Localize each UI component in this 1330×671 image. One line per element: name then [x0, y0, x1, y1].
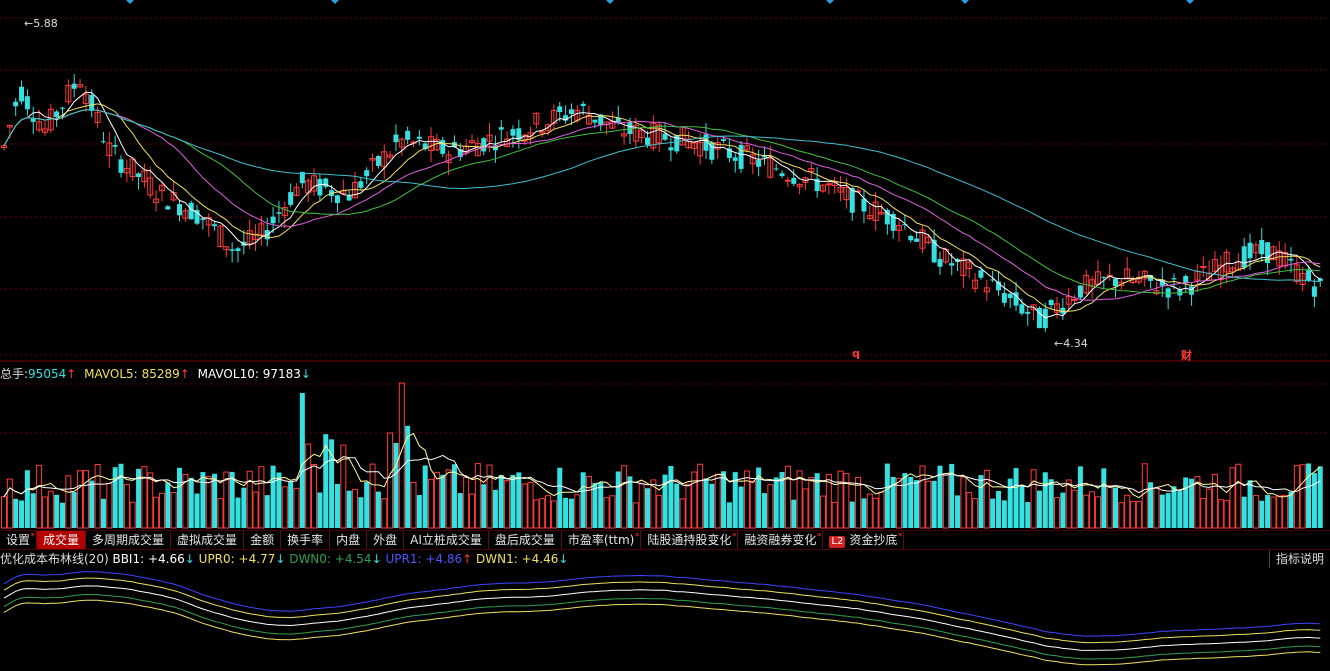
bollinger-line [3, 571, 1321, 637]
cost-bollinger-chart[interactable] [0, 0, 1330, 671]
bollinger-line [3, 585, 1321, 651]
bollinger-line [3, 577, 1321, 644]
bollinger-line [3, 599, 1321, 666]
